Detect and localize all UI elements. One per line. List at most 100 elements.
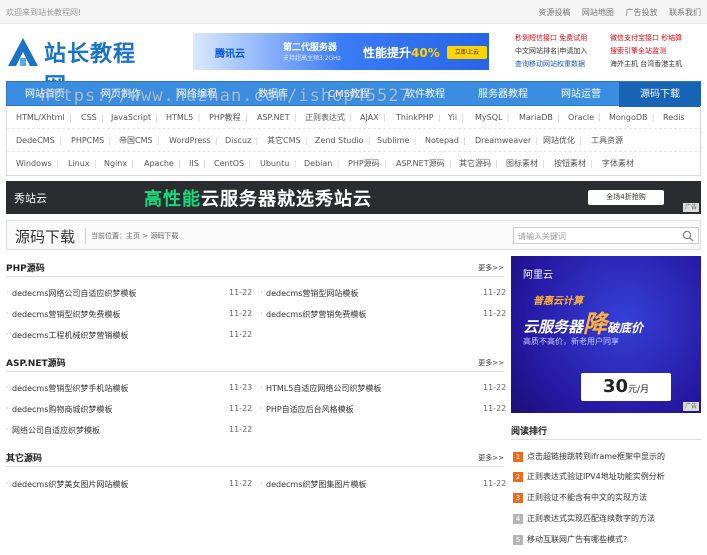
tag-php-source[interactable]: PHP源码	[348, 152, 386, 175]
rank-item[interactable]: 3 正则验证不能含有中文的实现方法	[511, 490, 701, 508]
list-item[interactable]: · dedecms网络公司自适应织梦模板	[6, 288, 136, 299]
list-item[interactable]: · 网络公司自适应织梦模板	[6, 425, 100, 436]
rank-title[interactable]: 正则表达式实现匹配连续数字的方法	[527, 513, 655, 524]
tag-dreamweaver[interactable]: Dreamweaver	[475, 129, 538, 152]
contact-link[interactable]: 联系我们	[669, 8, 701, 17]
list-item-title[interactable]: dedecms织梦图集图片模板	[266, 480, 366, 489]
list-item-title[interactable]: dedecms营销型织梦免费模板	[12, 310, 120, 319]
tag-linux[interactable]: Linux	[68, 152, 96, 175]
tag-sublime[interactable]: Sublime	[377, 129, 417, 152]
list-item-title[interactable]: dedecms织梦美女图片网站模板	[12, 480, 128, 489]
tag-other-cms[interactable]: 其它CMS	[267, 129, 307, 152]
banner-cta-button[interactable]: 全场4折抢购	[588, 190, 664, 205]
text-ad-4[interactable]: 搜索引擎全站监测	[610, 46, 666, 58]
tag-tools[interactable]: 工具资源	[591, 129, 623, 152]
tag-button-assets[interactable]: 按钮素材	[554, 152, 593, 175]
rank-item[interactable]: 1 点击超链接跳转到iframe框架中显示的	[511, 449, 701, 467]
list-item[interactable]: · dedecms织梦营销免费模板	[260, 309, 366, 320]
list-item-title[interactable]: dedecms营销型网站模板	[266, 289, 358, 298]
tencent-cloud-ad[interactable]: 腾讯云 第二代服务器 支持超高主频3.2GHz 性能提升40% 立即上云	[193, 33, 489, 70]
tag-html5[interactable]: HTML5	[166, 106, 201, 129]
tag-wordpress[interactable]: WordPress	[169, 129, 217, 152]
list-item[interactable]: · dedecms工程机械织梦营销模板	[6, 330, 128, 341]
tag-debian[interactable]: Debian	[304, 152, 340, 175]
submit-resource-link[interactable]: 资源投稿	[538, 8, 570, 17]
tag-zend-studio[interactable]: Zend Studio	[315, 129, 370, 152]
text-ad-2[interactable]: 微信支付宝接口 秒结算	[610, 33, 682, 45]
text-ad-5[interactable]: 查询移动网站权重数据	[515, 59, 585, 71]
tag-css[interactable]: CSS	[81, 106, 103, 129]
list-item[interactable]: · dedecms营销型织梦免费模板	[6, 309, 120, 320]
ad-button[interactable]: 立即上云	[447, 46, 487, 59]
rank-title[interactable]: 正则表达式验证IPV4地址功能实例分析	[527, 471, 665, 482]
tag-mysql[interactable]: MySQL	[475, 106, 510, 129]
tag-regex[interactable]: 正则表达式	[305, 106, 352, 129]
list-item-title[interactable]: PHP自适应后台风格模板	[266, 405, 354, 414]
list-item[interactable]: · PHP自适应后台风格模板	[260, 404, 354, 415]
tag-notepad[interactable]: Notepad	[425, 129, 466, 152]
site-logo[interactable]: 站长教程网	[6, 32, 156, 99]
tag-oracle[interactable]: Oracle	[568, 106, 601, 129]
tag-php[interactable]: PHP教程	[209, 106, 247, 129]
tag-iis[interactable]: IIS	[189, 152, 205, 175]
tag-aspnet-source[interactable]: ASP.NET源码	[396, 152, 451, 175]
tag-ubuntu[interactable]: Ubuntu	[260, 152, 297, 175]
breadcrumb-current[interactable]: 源码下载	[150, 232, 178, 240]
search-input[interactable]: 请输入关键词	[518, 231, 566, 242]
tag-thinkphp[interactable]: ThinkPHP	[396, 106, 440, 129]
list-item-title[interactable]: dedecms营销型织梦手机站模板	[12, 384, 128, 393]
tag-mariadb[interactable]: MariaDB	[519, 106, 560, 129]
tag-other-source[interactable]: 其它源码	[459, 152, 498, 175]
aliyun-side-ad[interactable]: 阿里云 普惠云计算 云服务器降破底价 高质不高价，新老用户同享 30元/月 广告	[511, 256, 701, 413]
list-item[interactable]: · dedecms织梦美女图片网站模板	[6, 479, 128, 490]
rank-item[interactable]: 2 正则表达式验证IPV4地址功能实例分析	[511, 469, 701, 487]
tag-windows[interactable]: Windows	[16, 152, 58, 175]
more-link[interactable]: 更多>>	[478, 263, 504, 273]
text-ad-1[interactable]: 秒到短信接口 免费试用	[515, 33, 587, 45]
advertise-link[interactable]: 广告投放	[625, 8, 657, 17]
search-icon[interactable]	[682, 230, 694, 242]
nav-item-source-download[interactable]: 源码下载	[619, 82, 701, 107]
list-item-title[interactable]: HTML5自适应网络公司织梦模板	[266, 384, 381, 393]
tag-ajax[interactable]: AJAX	[360, 106, 385, 129]
nav-item-server[interactable]: 服务器教程	[463, 82, 543, 107]
tag-javascript[interactable]: JavaScript	[111, 106, 158, 129]
rank-title[interactable]: 点击超链接跳转到iframe框架中显示的	[527, 451, 665, 462]
list-item[interactable]: · dedecms购物商城织梦模板	[6, 404, 112, 415]
list-item-title[interactable]: dedecms织梦营销免费模板	[266, 310, 366, 319]
search-box[interactable]: 请输入关键词	[513, 227, 699, 244]
tag-font-assets[interactable]: 字体素材	[602, 152, 634, 175]
tag-empirecms[interactable]: 帝国CMS	[119, 129, 159, 152]
tag-nginx[interactable]: Nginx	[104, 152, 134, 175]
tag-discuz[interactable]: Discuz	[225, 129, 258, 152]
list-item[interactable]: · dedecms织梦图集图片模板	[260, 479, 366, 490]
breadcrumb-home[interactable]: 主页	[126, 232, 140, 240]
rank-item[interactable]: 4 正则表达式实现匹配连续数字的方法	[511, 511, 701, 529]
tag-redis[interactable]: Redis	[663, 106, 685, 129]
rank-title[interactable]: 移动互联网广告有哪些模式?	[527, 534, 627, 545]
list-item-title[interactable]: 网络公司自适应织梦模板	[12, 426, 100, 435]
xiuzhan-cloud-banner[interactable]: 秀站云 高性能云服务器就选秀站云 全场4折抢购 广告	[6, 181, 701, 214]
list-item[interactable]: · HTML5自适应网络公司织梦模板	[260, 383, 381, 394]
tag-mongodb[interactable]: MongoDB	[609, 106, 654, 129]
rank-title[interactable]: 正则验证不能含有中文的实现方法	[527, 492, 647, 503]
list-item-title[interactable]: dedecms工程机械织梦营销模板	[12, 331, 128, 340]
tag-phpcms[interactable]: PHPCMS	[71, 129, 112, 152]
tag-dedecms[interactable]: DedeCMS	[16, 129, 61, 152]
tag-centos[interactable]: CentOS	[214, 152, 251, 175]
text-ad-3[interactable]: 中文网站排名|申请加入	[515, 46, 587, 58]
more-link[interactable]: 更多>>	[478, 453, 504, 463]
tag-seo[interactable]: 网站优化	[543, 129, 582, 152]
tag-yii[interactable]: Yii	[448, 106, 464, 129]
tag-html[interactable]: HTML/Xhtml	[16, 106, 71, 129]
tag-aspnet[interactable]: ASP.NET	[257, 106, 296, 129]
rank-item[interactable]: 5 移动互联网广告有哪些模式?	[511, 532, 701, 550]
nav-item-operations[interactable]: 网站运营	[543, 82, 619, 107]
more-link[interactable]: 更多>>	[478, 358, 504, 368]
tag-icon-assets[interactable]: 图标素材	[506, 152, 545, 175]
list-item-title[interactable]: dedecms网络公司自适应织梦模板	[12, 289, 136, 298]
list-item[interactable]: · dedecms营销型网站模板	[260, 288, 358, 299]
sitemap-link[interactable]: 网站地图	[582, 8, 614, 17]
list-item-title[interactable]: dedecms购物商城织梦模板	[12, 405, 112, 414]
list-item[interactable]: · dedecms营销型织梦手机站模板	[6, 383, 128, 394]
